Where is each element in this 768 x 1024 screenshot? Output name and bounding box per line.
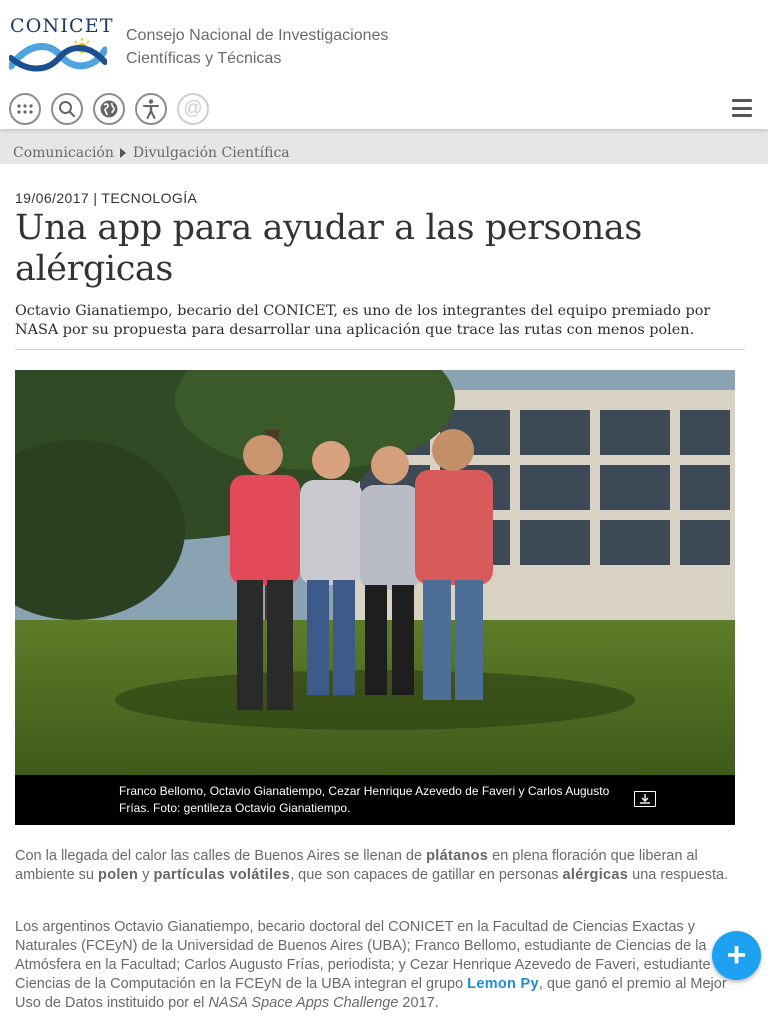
menu-icon-bar [732,106,752,110]
article-paragraph-2: Los argentinos Octavio Gianatiempo, beca… [15,918,750,1013]
text: y [138,867,154,883]
text: 2017. [398,995,439,1011]
keyword: partículas volátiles [153,867,291,883]
keyword: polen [98,867,139,883]
share-plus-button[interactable]: + [712,931,761,980]
site-header: CONICET Consejo Nacional de Investigacio… [0,0,768,129]
text: , que son capaces de gatillar en persona… [290,867,563,883]
apps-grid-button[interactable] [9,93,41,125]
language-button[interactable] [93,93,125,125]
breadcrumb-bar: Comunicación Divulgación Científica [0,129,768,164]
org-name-line-1: Consejo Nacional de Investigaciones [126,27,389,44]
divider [15,349,745,350]
conicet-logo[interactable]: CONICET [9,16,113,74]
article-meta: 19/06/2017 | TECNOLOGÍA [15,190,198,206]
organization-name: Consejo Nacional de Investigaciones Cien… [126,24,426,70]
accessibility-icon [143,99,159,119]
logo-wave-graphic [9,38,107,72]
lemon-py-link[interactable]: Lemon Py [467,976,539,992]
article-photo [15,370,735,775]
event-name: NASA Space Apps Challenge [208,995,399,1011]
contact-button[interactable]: @ [177,93,209,125]
header-icon-bar: @ [9,93,209,127]
menu-button[interactable] [732,99,752,117]
chevron-right-icon [119,148,126,158]
photo-caption: Franco Bellomo, Octavio Gianatiempo, Cez… [119,784,610,815]
breadcrumb-item-divulgacion[interactable]: Divulgación Científica [133,145,290,161]
download-arrow-icon [640,794,650,804]
at-sign-icon: @ [183,98,203,119]
photo-caption-bar: Franco Bellomo, Octavio Gianatiempo, Cez… [15,775,735,825]
org-name-line-2: Científicas y Técnicas [126,50,282,67]
keyword: alérgicas [562,867,629,883]
keyword: plátanos [426,848,489,864]
apps-grid-icon [17,104,33,114]
logo-text: CONICET [10,15,114,37]
globe-icon [100,100,118,118]
group-photo-image [15,370,735,775]
article-title: Una app para ayudar a las personas alérg… [15,208,642,289]
plus-icon: + [726,936,747,974]
text: Con la llegada del calor las calles de B… [15,848,427,864]
download-icon[interactable] [634,791,656,807]
menu-icon-bar [732,114,752,117]
text: una respuesta. [628,867,729,883]
breadcrumb: Comunicación Divulgación Científica [13,145,290,161]
article-subtitle: Octavio Gianatiempo, becario del CONICET… [15,303,711,338]
breadcrumb-item-comunicacion[interactable]: Comunicación [13,145,114,161]
article-paragraph-1: Con la llegada del calor las calles de B… [15,847,750,885]
menu-icon-bar [732,99,752,102]
accessibility-button[interactable] [135,93,167,125]
search-button[interactable] [51,93,83,125]
search-icon [59,101,76,118]
